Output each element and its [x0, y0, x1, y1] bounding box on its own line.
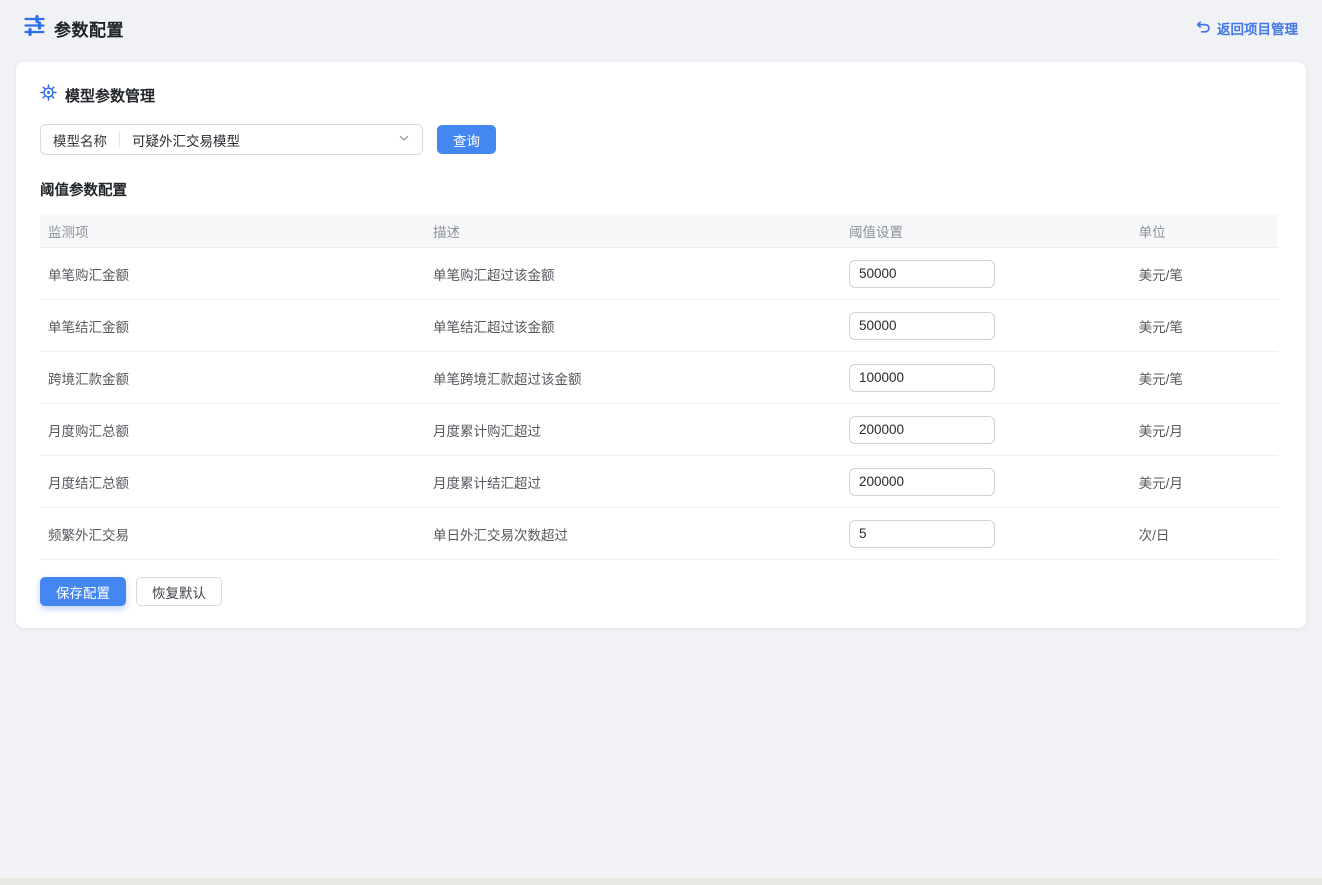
- threshold-input[interactable]: [849, 468, 995, 496]
- column-header-desc: 描述: [425, 221, 841, 241]
- select-value: 可疑外汇交易模型: [120, 130, 398, 150]
- column-header-item: 监测项: [40, 221, 425, 241]
- card-title: 模型参数管理: [65, 85, 155, 106]
- select-label: 模型名称: [41, 130, 119, 150]
- topbar: 参数配置 返回项目管理: [0, 0, 1322, 56]
- monitor-item-label: 月度结汇总额: [40, 472, 425, 492]
- parameter-config-page: 参数配置 返回项目管理: [0, 0, 1322, 885]
- restore-default-button[interactable]: 恢复默认: [136, 577, 222, 606]
- table-header-row: 监测项 描述 阈值设置 单位: [40, 214, 1278, 248]
- threshold-cell: [841, 520, 1131, 548]
- window-bottom-edge: [0, 878, 1322, 885]
- table-row: 跨境汇款金额 单笔跨境汇款超过该金额 美元/笔: [40, 352, 1278, 404]
- back-to-project-link[interactable]: 返回项目管理: [1196, 18, 1298, 38]
- item-description: 单笔购汇超过该金额: [425, 264, 841, 284]
- model-param-card: 模型参数管理 模型名称 可疑外汇交易模型 查询 阈值参数配置 监测项 描述 阈值…: [16, 62, 1306, 628]
- threshold-input[interactable]: [849, 260, 995, 288]
- page-title: 参数配置: [54, 16, 124, 41]
- item-description: 月度累计结汇超过: [425, 472, 841, 492]
- unit-label: 次/日: [1131, 524, 1278, 544]
- item-description: 单笔结汇超过该金额: [425, 316, 841, 336]
- filter-row: 模型名称 可疑外汇交易模型 查询: [40, 124, 1282, 155]
- item-description: 单笔跨境汇款超过该金额: [425, 368, 841, 388]
- column-header-threshold: 阈值设置: [841, 221, 1131, 241]
- column-header-unit: 单位: [1131, 221, 1278, 241]
- threshold-input[interactable]: [849, 520, 995, 548]
- undo-arrow-icon: [1196, 19, 1211, 37]
- unit-label: 美元/笔: [1131, 368, 1278, 388]
- item-description: 单日外汇交易次数超过: [425, 524, 841, 544]
- table-row: 月度购汇总额 月度累计购汇超过 美元/月: [40, 404, 1278, 456]
- table-row: 单笔结汇金额 单笔结汇超过该金额 美元/笔: [40, 300, 1278, 352]
- threshold-input[interactable]: [849, 364, 995, 392]
- model-name-select[interactable]: 模型名称 可疑外汇交易模型: [40, 124, 423, 155]
- query-button[interactable]: 查询: [437, 125, 496, 154]
- monitor-item-label: 单笔结汇金额: [40, 316, 425, 336]
- monitor-item-label: 月度购汇总额: [40, 420, 425, 440]
- unit-label: 美元/笔: [1131, 316, 1278, 336]
- back-link-label: 返回项目管理: [1217, 18, 1298, 38]
- unit-label: 美元/月: [1131, 472, 1278, 492]
- unit-label: 美元/笔: [1131, 264, 1278, 284]
- save-config-button[interactable]: 保存配置: [40, 577, 126, 606]
- table-row: 月度结汇总额 月度累计结汇超过 美元/月: [40, 456, 1278, 508]
- monitor-item-label: 频繁外汇交易: [40, 524, 425, 544]
- threshold-cell: [841, 364, 1131, 392]
- topbar-title-group: 参数配置: [24, 15, 124, 41]
- table-row: 单笔购汇金额 单笔购汇超过该金额 美元/笔: [40, 248, 1278, 300]
- threshold-input[interactable]: [849, 416, 995, 444]
- table-row: 频繁外汇交易 单日外汇交易次数超过 次/日: [40, 508, 1278, 560]
- threshold-cell: [841, 312, 1131, 340]
- chevron-down-icon: [398, 131, 410, 149]
- gear-icon: [40, 84, 57, 106]
- threshold-table: 监测项 描述 阈值设置 单位 单笔购汇金额 单笔购汇超过该金额 美元/笔 单笔结…: [40, 214, 1278, 560]
- section-title: 阈值参数配置: [40, 179, 1282, 200]
- unit-label: 美元/月: [1131, 420, 1278, 440]
- actions-row: 保存配置 恢复默认: [40, 577, 1282, 606]
- threshold-cell: [841, 416, 1131, 444]
- threshold-cell: [841, 468, 1131, 496]
- threshold-input[interactable]: [849, 312, 995, 340]
- item-description: 月度累计购汇超过: [425, 420, 841, 440]
- monitor-item-label: 跨境汇款金额: [40, 368, 425, 388]
- sliders-icon: [24, 15, 45, 41]
- monitor-item-label: 单笔购汇金额: [40, 264, 425, 284]
- table-body: 单笔购汇金额 单笔购汇超过该金额 美元/笔 单笔结汇金额 单笔结汇超过该金额 美…: [40, 248, 1278, 560]
- card-title-row: 模型参数管理: [40, 84, 1282, 106]
- threshold-cell: [841, 260, 1131, 288]
